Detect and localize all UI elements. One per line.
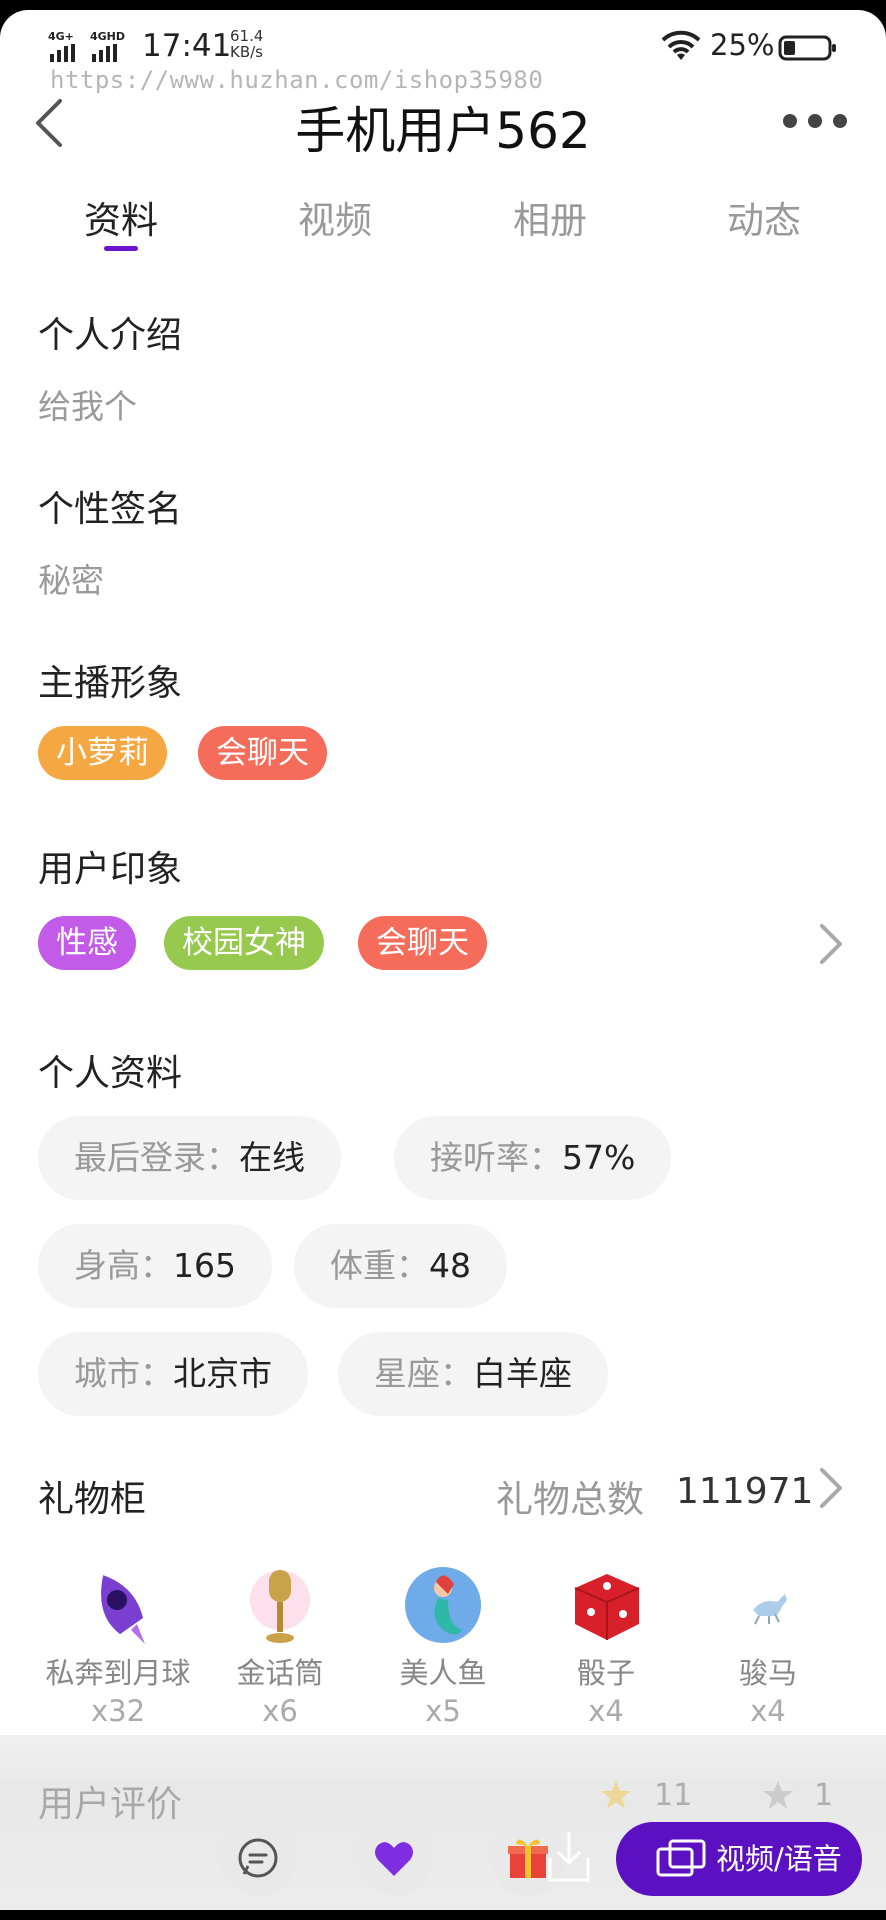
gift-name: 金话筒 xyxy=(236,1656,324,1690)
impression-tag: 性感 xyxy=(38,916,136,970)
gift-count: x4 xyxy=(588,1694,624,1728)
gift-count: x5 xyxy=(425,1694,461,1728)
dice-icon xyxy=(574,1574,640,1640)
gift-count: x32 xyxy=(90,1694,146,1728)
message-button[interactable] xyxy=(220,1820,296,1896)
info-key: 接听率： xyxy=(430,1138,562,1177)
mermaid-icon xyxy=(405,1567,481,1643)
heart-icon xyxy=(375,1842,413,1876)
network-speed: 61.4 KB/s xyxy=(230,28,263,60)
gift-item: 私奔到月球 x32 xyxy=(33,1560,203,1730)
last-login-pill: 最后登录：在线 xyxy=(38,1116,341,1200)
info-value: 北京市 xyxy=(173,1354,272,1393)
title-bar: 手机用户562 xyxy=(0,85,886,165)
gift-count: x6 xyxy=(262,1694,298,1728)
tab-indicator xyxy=(104,246,138,251)
gift-item: 金话筒 x6 xyxy=(195,1560,365,1730)
zodiac-pill: 星座：白羊座 xyxy=(338,1332,608,1416)
gift-total-value[interactable]: 111971 xyxy=(676,1471,813,1512)
info-key: 体重： xyxy=(330,1246,429,1285)
gift-item: 骏马 x4 xyxy=(683,1560,853,1730)
chevron-right-icon[interactable] xyxy=(816,1466,846,1510)
city-pill: 城市：北京市 xyxy=(38,1332,308,1416)
profile-info-title: 个人资料 xyxy=(38,1053,183,1094)
gift-name: 美人鱼 xyxy=(399,1656,487,1690)
speed-value: 61.4 xyxy=(230,27,264,45)
call-button-label: 视频/语音 xyxy=(716,1842,842,1876)
gift-count: x4 xyxy=(750,1694,786,1728)
profile-screen: 4G+ 4GHD 17:41 61.4 KB/s 25% https://www… xyxy=(0,10,886,1910)
like-button[interactable] xyxy=(356,1820,432,1896)
height-pill: 身高：165 xyxy=(38,1224,272,1308)
chevron-right-icon[interactable] xyxy=(816,922,846,966)
info-value: 48 xyxy=(429,1246,471,1285)
tab-profile[interactable]: 资料 xyxy=(21,190,221,244)
video-voice-call-button[interactable]: 视频/语音 xyxy=(616,1822,862,1896)
good-count-peek: 11 xyxy=(654,1778,693,1813)
signature-text: 秘密 xyxy=(38,561,104,600)
impression-tag: 校园女神 xyxy=(164,916,324,970)
signal-2-label: 4GHD xyxy=(90,30,125,43)
wifi-icon xyxy=(661,30,701,60)
intro-title: 个人介绍 xyxy=(38,315,183,356)
info-value: 57% xyxy=(562,1138,636,1177)
anchor-image-title: 主播形象 xyxy=(38,663,183,704)
download-icon[interactable] xyxy=(546,1828,592,1884)
tab-moments[interactable]: 动态 xyxy=(664,190,864,244)
rating-title-peek: 用户评价 xyxy=(38,1784,183,1825)
info-value: 165 xyxy=(173,1246,236,1285)
user-impression-title: 用户印象 xyxy=(38,849,183,890)
battery-icon xyxy=(778,35,836,61)
rocket-icon xyxy=(101,1575,145,1644)
info-key: 身高： xyxy=(74,1246,173,1285)
battery-percent: 25% xyxy=(710,28,775,62)
page-title: 手机用户562 xyxy=(295,102,591,160)
info-value: 在线 xyxy=(239,1138,305,1177)
star-icon xyxy=(601,1781,631,1809)
signal-1-label: 4G+ xyxy=(48,30,74,43)
tab-album[interactable]: 相册 xyxy=(450,190,650,244)
info-key: 星座： xyxy=(374,1354,473,1393)
gift-name: 私奔到月球 xyxy=(45,1656,191,1690)
profile-tabs: 资料 视频 相册 动态 xyxy=(0,190,886,270)
anchor-tag: 会聊天 xyxy=(198,726,327,780)
gift-item: 骰子 x4 xyxy=(521,1560,691,1730)
star-outline-icon xyxy=(763,1781,793,1809)
gift-name: 骏马 xyxy=(738,1656,797,1690)
gift-item: 美人鱼 x5 xyxy=(358,1560,528,1730)
info-value: 白羊座 xyxy=(473,1354,572,1393)
tab-videos[interactable]: 视频 xyxy=(235,190,435,244)
weight-pill: 体重：48 xyxy=(294,1224,507,1308)
speed-unit: KB/s xyxy=(230,43,263,61)
microphone-icon xyxy=(250,1570,310,1643)
video-call-icon xyxy=(656,1839,706,1877)
answer-rate-pill: 接听率：57% xyxy=(394,1116,672,1200)
gift-total-label[interactable]: 礼物总数 xyxy=(496,1469,644,1523)
info-key: 城市： xyxy=(74,1354,173,1393)
chat-bubble-icon xyxy=(238,1838,278,1878)
cell-signal-icon: 4G+ 4GHD xyxy=(48,30,125,62)
bad-count-peek: 1 xyxy=(814,1778,834,1813)
gift-box-icon xyxy=(508,1839,548,1878)
gift-name: 骰子 xyxy=(576,1656,635,1690)
horse-icon xyxy=(753,1594,787,1625)
anchor-tag: 小萝莉 xyxy=(38,726,167,780)
gift-cabinet-title: 礼物柜 xyxy=(38,1479,147,1520)
info-key: 最后登录： xyxy=(74,1138,239,1177)
signature-title: 个性签名 xyxy=(38,489,183,530)
impression-tag: 会聊天 xyxy=(358,916,487,970)
more-options-icon[interactable] xyxy=(780,109,850,133)
clock: 17:41 xyxy=(142,28,232,64)
intro-text: 给我个 xyxy=(38,387,137,426)
